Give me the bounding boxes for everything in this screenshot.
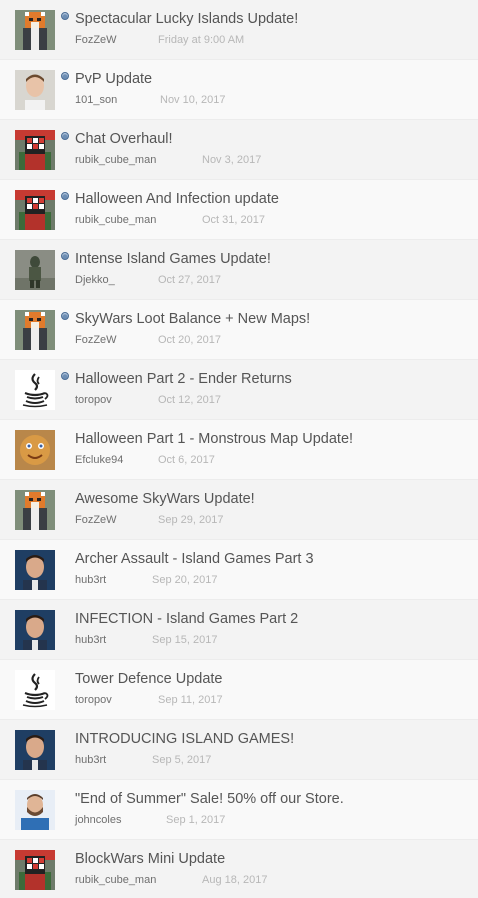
thread-title-link[interactable]: Spectacular Lucky Islands Update! (75, 11, 298, 27)
fox-minecraft-avatar[interactable] (15, 490, 55, 530)
unread-indicator-icon (61, 372, 69, 380)
thread-row[interactable]: Chat Overhaul! rubik_cube_man Nov 3, 2017 (0, 120, 478, 180)
thread-author-link[interactable]: hub3rt (75, 754, 106, 766)
thread-title-link[interactable]: Intense Island Games Update! (75, 251, 271, 267)
thread-date: Oct 31, 2017 (202, 214, 265, 226)
thread-author-link[interactable]: FozZeW (75, 334, 117, 346)
thread-row[interactable]: Tower Defence Update toropov Sep 11, 2017 (0, 660, 478, 720)
thread-row[interactable]: SkyWars Loot Balance + New Maps! FozZeW Oc… (0, 300, 478, 360)
java-logo-avatar[interactable] (15, 370, 55, 410)
portrait-photo-avatar[interactable] (15, 70, 55, 110)
thread-title-link[interactable]: SkyWars Loot Balance + New Maps! (75, 311, 310, 327)
unread-indicator-icon (61, 312, 69, 320)
thread-date: Oct 6, 2017 (158, 454, 215, 466)
thread-author-link[interactable]: Djekko_ (75, 274, 115, 286)
thread-author-link[interactable]: johncoles (75, 814, 121, 826)
thread-row[interactable]: Archer Assault - Island Games Part 3 hub3… (0, 540, 478, 600)
thread-row[interactable]: BlockWars Mini Update rubik_cube_man Aug 1… (0, 840, 478, 898)
fox-minecraft-avatar[interactable] (15, 310, 55, 350)
thread-date: Oct 12, 2017 (158, 394, 221, 406)
thread-title-link[interactable]: Tower Defence Update (75, 671, 223, 687)
thread-author-link[interactable]: toropov (75, 394, 112, 406)
thread-date: Sep 20, 2017 (152, 574, 218, 586)
java-logo-avatar[interactable] (15, 670, 55, 710)
unread-indicator-icon (61, 72, 69, 80)
unread-indicator-icon (61, 12, 69, 20)
gingerbread-avatar[interactable] (15, 430, 55, 470)
thread-row[interactable]: Spectacular Lucky Islands Update! FozZeW F… (0, 0, 478, 60)
bearded-man-avatar[interactable] (15, 790, 55, 830)
thread-author-link[interactable]: 101_son (75, 94, 117, 106)
thread-title-link[interactable]: Awesome SkyWars Update! (75, 491, 255, 507)
thread-date: Sep 5, 2017 (152, 754, 212, 766)
thread-date: Nov 10, 2017 (160, 94, 226, 106)
unread-indicator-icon (61, 252, 69, 260)
thread-author-link[interactable]: rubik_cube_man (75, 154, 156, 166)
thread-author-link[interactable]: rubik_cube_man (75, 214, 156, 226)
thread-author-link[interactable]: Efcluke94 (75, 454, 123, 466)
fox-minecraft-avatar[interactable] (15, 10, 55, 50)
thread-date: Oct 20, 2017 (158, 334, 221, 346)
thread-title-link[interactable]: PvP Update (75, 71, 152, 87)
thread-row[interactable]: Halloween Part 1 - Monstrous Map Update!… (0, 420, 478, 480)
thread-date: Sep 11, 2017 (158, 694, 223, 706)
rubik-cube-avatar[interactable] (15, 850, 55, 890)
thread-title-link[interactable]: Halloween Part 2 - Ender Returns (75, 371, 292, 387)
man-portrait-avatar[interactable] (15, 610, 55, 650)
thread-date: Sep 29, 2017 (158, 514, 224, 526)
thread-title-link[interactable]: INFECTION - Island Games Part 2 (75, 611, 298, 627)
thread-row[interactable]: Awesome SkyWars Update! FozZeW Sep 29, 201… (0, 480, 478, 540)
man-portrait-avatar[interactable] (15, 730, 55, 770)
unread-indicator-icon (61, 192, 69, 200)
thread-title-link[interactable]: Chat Overhaul! (75, 131, 173, 147)
thread-title-link[interactable]: Archer Assault - Island Games Part 3 (75, 551, 314, 567)
thread-date: Oct 27, 2017 (158, 274, 221, 286)
man-portrait-avatar[interactable] (15, 550, 55, 590)
thread-row[interactable]: Halloween And Infection update rubik_cube… (0, 180, 478, 240)
thread-author-link[interactable]: rubik_cube_man (75, 874, 156, 886)
thread-row[interactable]: Intense Island Games Update! Djekko_ Oct 2… (0, 240, 478, 300)
thread-author-link[interactable]: toropov (75, 694, 112, 706)
thread-title-link[interactable]: BlockWars Mini Update (75, 851, 225, 867)
thread-date: Sep 15, 2017 (152, 634, 218, 646)
thread-title-link[interactable]: "End of Summer" Sale! 50% off our Store. (75, 791, 344, 807)
thread-author-link[interactable]: hub3rt (75, 574, 106, 586)
thread-row[interactable]: INTRODUCING ISLAND GAMES! hub3rt Sep 5, 20… (0, 720, 478, 780)
thread-author-link[interactable]: FozZeW (75, 514, 117, 526)
thread-date: Nov 3, 2017 (202, 154, 262, 166)
thread-title-link[interactable]: Halloween Part 1 - Monstrous Map Update! (75, 431, 353, 447)
thread-row[interactable]: "End of Summer" Sale! 50% off our Store.… (0, 780, 478, 840)
thread-date: Sep 1, 2017 (166, 814, 226, 826)
soldier-avatar[interactable] (15, 250, 55, 290)
thread-author-link[interactable]: hub3rt (75, 634, 106, 646)
thread-row[interactable]: INFECTION - Island Games Part 2 hub3rt Sep… (0, 600, 478, 660)
thread-author-link[interactable]: FozZeW (75, 34, 117, 46)
thread-title-link[interactable]: Halloween And Infection update (75, 191, 279, 207)
thread-date: Aug 18, 2017 (202, 874, 268, 886)
thread-date: Friday at 9:00 AM (158, 34, 245, 46)
thread-row[interactable]: PvP Update 101_son Nov 10, 2017 (0, 60, 478, 120)
unread-indicator-icon (61, 132, 69, 140)
thread-title-link[interactable]: INTRODUCING ISLAND GAMES! (75, 731, 294, 747)
rubik-cube-avatar[interactable] (15, 190, 55, 230)
thread-row[interactable]: Halloween Part 2 - Ender Returns toropov O… (0, 360, 478, 420)
rubik-cube-avatar[interactable] (15, 130, 55, 170)
